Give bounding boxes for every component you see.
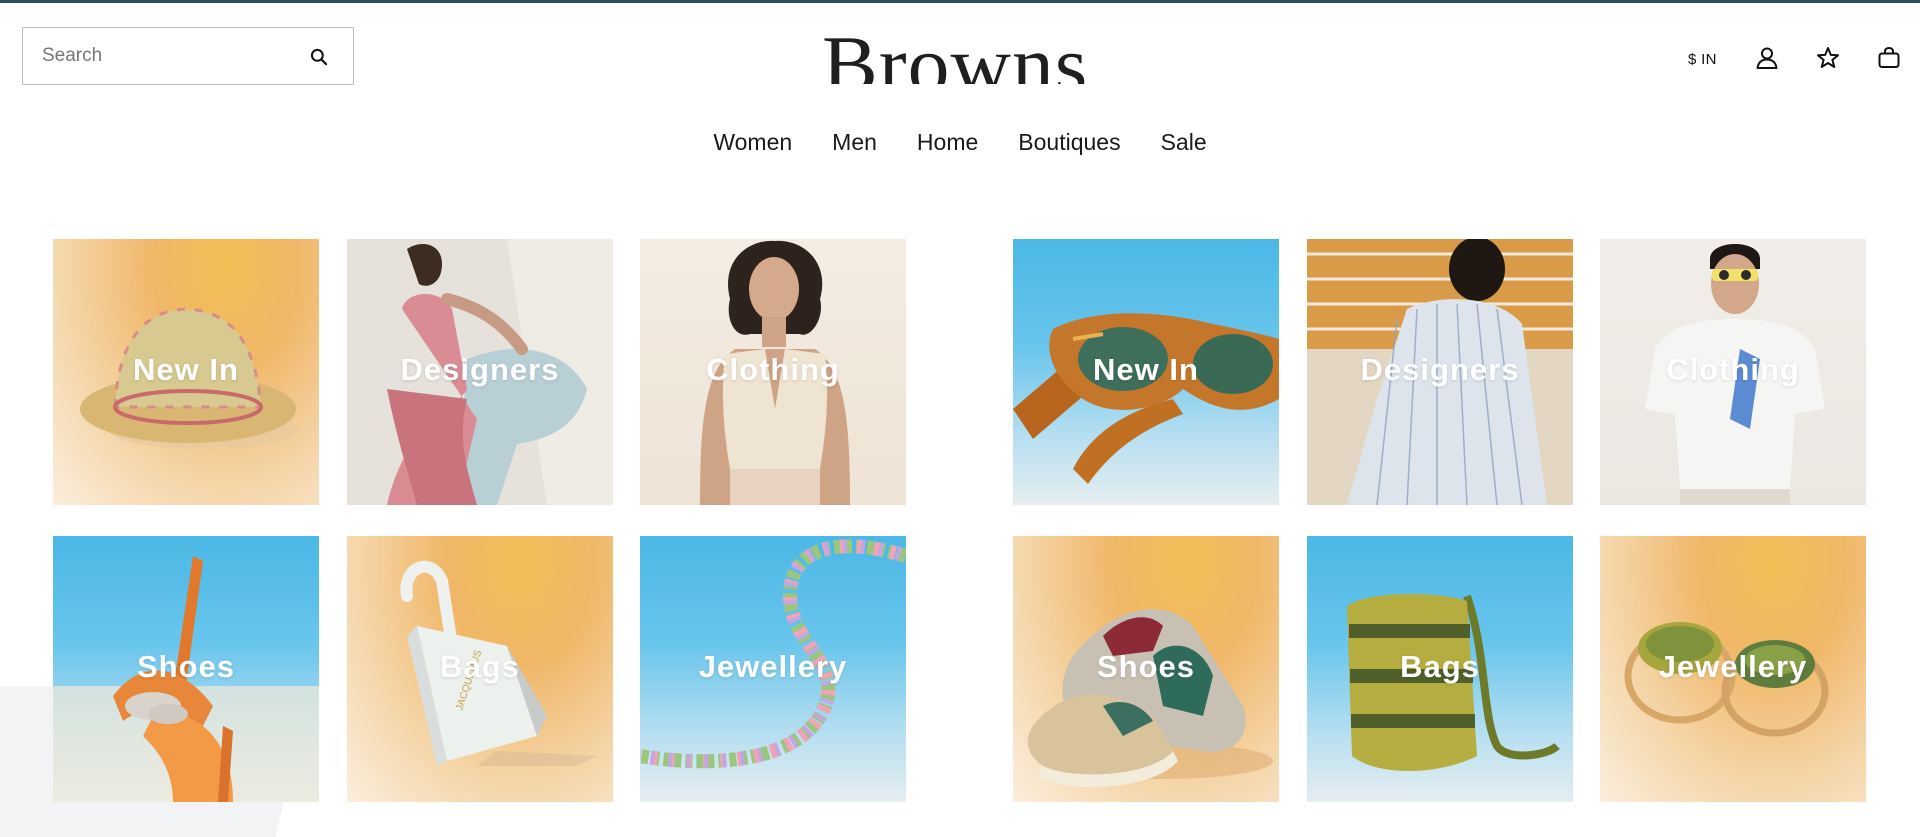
tile-label: New In: [1093, 352, 1199, 387]
category-tile-women-new-in[interactable]: New In: [53, 239, 319, 505]
currency-selector[interactable]: $ IN: [1688, 51, 1717, 68]
nav-item-sale[interactable]: Sale: [1141, 126, 1227, 158]
tile-label: Designers: [400, 352, 560, 387]
category-tile-women-designers[interactable]: Designers: [347, 239, 613, 505]
shopping-bag-icon[interactable]: [1876, 45, 1902, 71]
search-box[interactable]: [22, 27, 354, 85]
category-tile-men-clothing[interactable]: Clothing: [1600, 239, 1866, 505]
nav-item-men[interactable]: Men: [812, 126, 897, 158]
logo[interactable]: Browns: [822, 22, 1098, 85]
top-accent-rule: [0, 0, 1920, 3]
tile-label: Clothing: [1666, 352, 1800, 387]
tile-label: Clothing: [706, 352, 840, 387]
wishlist-star-icon[interactable]: [1815, 45, 1841, 71]
tile-label: Designers: [1360, 352, 1520, 387]
tile-label: Shoes: [1096, 649, 1196, 684]
category-tile-men-shoes[interactable]: Shoes: [1013, 536, 1279, 802]
category-tile-women-shoes[interactable]: Shoes: [53, 536, 319, 802]
category-tile-men-new-in[interactable]: New In: [1013, 239, 1279, 505]
tile-label: Jewellery: [698, 649, 848, 684]
nav-item-boutiques[interactable]: Boutiques: [998, 126, 1140, 158]
category-tile-women-clothing[interactable]: Clothing: [640, 239, 906, 505]
search-input[interactable]: [23, 28, 283, 84]
category-tile-men-jewellery[interactable]: Jewellery: [1600, 536, 1866, 802]
main-nav: Women Men Home Boutiques Sale: [0, 126, 1920, 158]
tile-label: Bags: [1400, 649, 1480, 684]
category-tile-men-designers[interactable]: Designers: [1307, 239, 1573, 505]
logo-text: Browns: [822, 22, 1089, 85]
nav-item-women[interactable]: Women: [693, 126, 812, 158]
nav-item-home[interactable]: Home: [897, 126, 998, 158]
category-tile-women-jewellery[interactable]: Jewellery: [640, 536, 906, 802]
tile-label: New In: [133, 352, 239, 387]
account-icon[interactable]: [1754, 45, 1780, 71]
tile-label: Shoes: [136, 649, 236, 684]
category-tile-men-bags[interactable]: Bags: [1307, 536, 1573, 802]
tile-label: Jewellery: [1658, 649, 1808, 684]
tile-label: Bags: [440, 649, 520, 684]
category-tile-women-bags[interactable]: JACQUEMUS Bags: [347, 536, 613, 802]
search-icon[interactable]: [307, 45, 331, 69]
